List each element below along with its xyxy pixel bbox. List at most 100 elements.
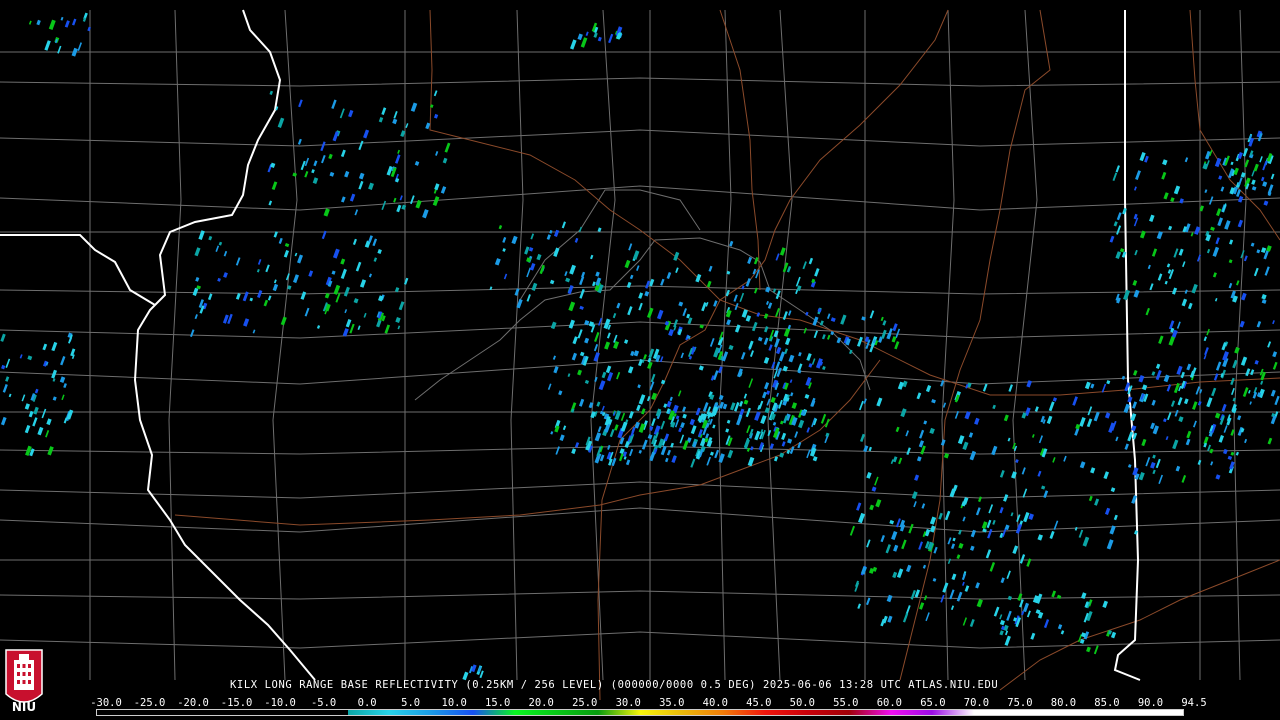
echo-pixel: [278, 237, 283, 244]
echo-pixel: [344, 170, 350, 178]
echo-pixel: [339, 108, 345, 119]
echo-pixel: [0, 333, 6, 342]
echo-pixel: [677, 390, 682, 397]
echo-pixel: [727, 449, 734, 459]
echo-pixel: [273, 279, 277, 284]
echo-pixel: [1164, 280, 1168, 285]
echo-pixel: [359, 279, 367, 288]
echo-pixel: [778, 351, 786, 362]
echo-pixel: [1030, 632, 1036, 640]
echo-pixel: [1079, 461, 1086, 469]
echo-pixel: [433, 113, 439, 119]
echo-pixel: [776, 392, 780, 397]
echo-pixel: [559, 434, 565, 442]
echo-pixel: [358, 172, 365, 180]
echo-pixel: [1151, 248, 1158, 257]
colorbar-segment: [848, 710, 891, 715]
echo-pixel: [1204, 189, 1208, 194]
echo-pixel: [45, 430, 50, 438]
echo-pixel: [5, 358, 11, 368]
echo-pixel: [1113, 514, 1118, 521]
echo-pixel: [614, 424, 619, 431]
echo-pixel: [547, 383, 552, 390]
echo-pixel: [494, 258, 501, 266]
echo-pixel: [440, 186, 447, 194]
echo-pixel: [41, 408, 47, 419]
echo-pixel: [1231, 387, 1235, 396]
echo-pixel: [357, 325, 361, 331]
echo-pixel: [1263, 200, 1269, 206]
echo-pixel: [951, 573, 957, 581]
echo-pixel: [363, 129, 370, 139]
echo-pixel: [781, 441, 786, 447]
echo-pixel: [922, 564, 927, 569]
echo-pixel: [636, 404, 641, 412]
dbz-colorbar: [96, 709, 1184, 716]
echo-pixel: [1007, 595, 1013, 601]
scale-label: -25.0: [133, 697, 166, 709]
echo-pixel: [634, 421, 640, 429]
echo-pixel: [1272, 361, 1278, 370]
echo-pixel: [1072, 396, 1078, 406]
echo-pixel: [786, 266, 792, 273]
echo-pixel: [1250, 369, 1255, 376]
echo-pixel: [898, 457, 903, 465]
echo-pixel: [745, 315, 752, 322]
echo-pixel: [725, 309, 732, 318]
echo-pixel: [82, 17, 87, 22]
echo-pixel: [562, 425, 567, 431]
echo-pixel: [1015, 523, 1023, 534]
echo-pixel: [1170, 400, 1176, 407]
scale-label: 45.0: [746, 697, 772, 709]
scale-label: 20.0: [528, 697, 554, 709]
scale-label: 94.5: [1181, 697, 1207, 709]
echo-pixel: [1149, 214, 1155, 222]
echo-pixel: [1041, 485, 1046, 490]
echo-pixel: [1218, 175, 1223, 180]
echo-pixel: [803, 327, 807, 334]
echo-pixel: [1166, 412, 1172, 421]
echo-pixel: [729, 240, 734, 247]
echo-pixel: [393, 197, 397, 203]
echo-pixel: [1210, 226, 1215, 231]
echo-pixel: [584, 337, 590, 344]
echo-pixel: [638, 292, 644, 299]
echo-pixel: [550, 321, 557, 330]
scale-label: 30.0: [615, 697, 641, 709]
echo-pixel: [312, 177, 319, 185]
echo-pixel: [678, 427, 683, 433]
echo-pixel: [858, 512, 866, 524]
echo-pixel: [1116, 212, 1122, 221]
scale-label: 80.0: [1050, 697, 1077, 709]
echo-pixel: [51, 341, 58, 352]
echo-pixel: [410, 102, 418, 112]
county-line: [0, 507, 1280, 533]
echo-pixel: [1106, 380, 1111, 385]
echo-pixel: [570, 39, 577, 50]
echo-pixel: [536, 253, 542, 261]
echo-pixel: [929, 427, 935, 435]
echo-pixel: [949, 589, 955, 600]
echo-pixel: [1084, 381, 1091, 390]
colorbar-segment: [431, 710, 473, 715]
echo-pixel: [944, 510, 951, 521]
echo-pixel: [257, 259, 262, 265]
echo-pixel: [962, 441, 969, 451]
echo-pixel: [298, 99, 303, 108]
echo-pixel: [1195, 386, 1201, 395]
echo-pixel: [1219, 415, 1225, 425]
echo-pixel: [304, 171, 309, 178]
echo-pixel: [830, 317, 836, 323]
echo-pixel: [682, 413, 687, 419]
echo-pixel: [567, 373, 571, 378]
echo-pixel: [740, 352, 746, 360]
echo-pixel: [1006, 570, 1011, 579]
echo-pixel: [1051, 590, 1057, 598]
echo-pixel: [597, 36, 602, 42]
echo-pixel: [579, 305, 584, 310]
echo-pixel: [294, 252, 298, 257]
echo-pixel: [739, 400, 744, 407]
echo-pixel: [871, 486, 877, 492]
echo-pixel: [267, 295, 272, 301]
echo-pixel: [1260, 380, 1264, 385]
